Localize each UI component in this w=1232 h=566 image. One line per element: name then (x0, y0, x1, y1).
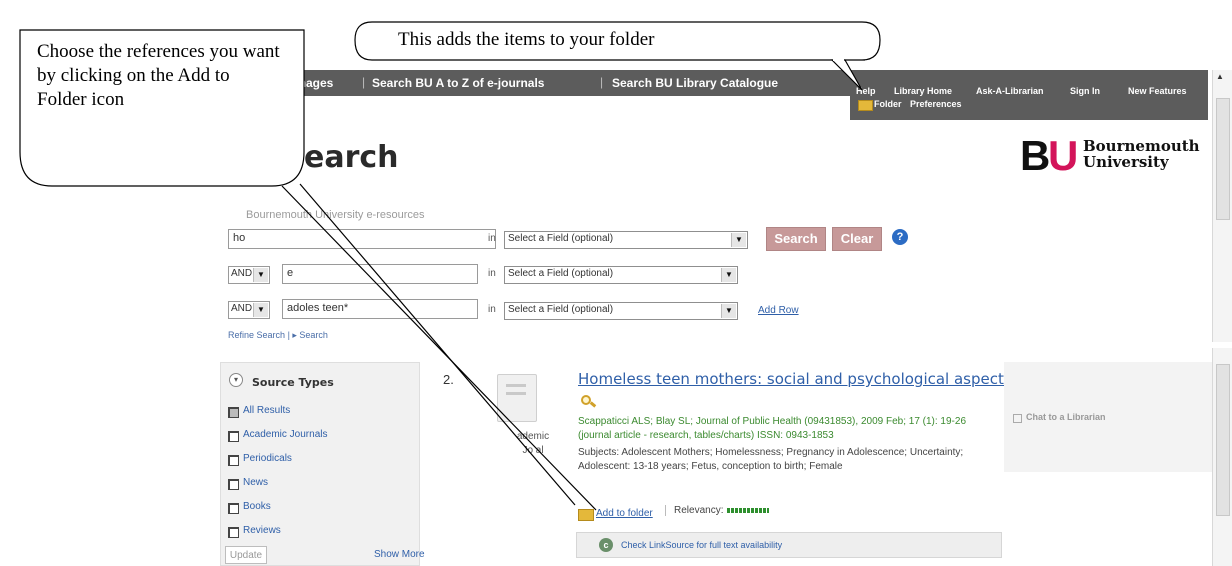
folder-callout-tail (830, 59, 863, 91)
callout-pointer-line (299, 183, 576, 506)
callout-pointer-line (281, 185, 597, 511)
choose-callout-text: Choose the references you want by clicki… (37, 41, 280, 110)
folder-callout-text: This adds the items to your folder (398, 29, 655, 50)
